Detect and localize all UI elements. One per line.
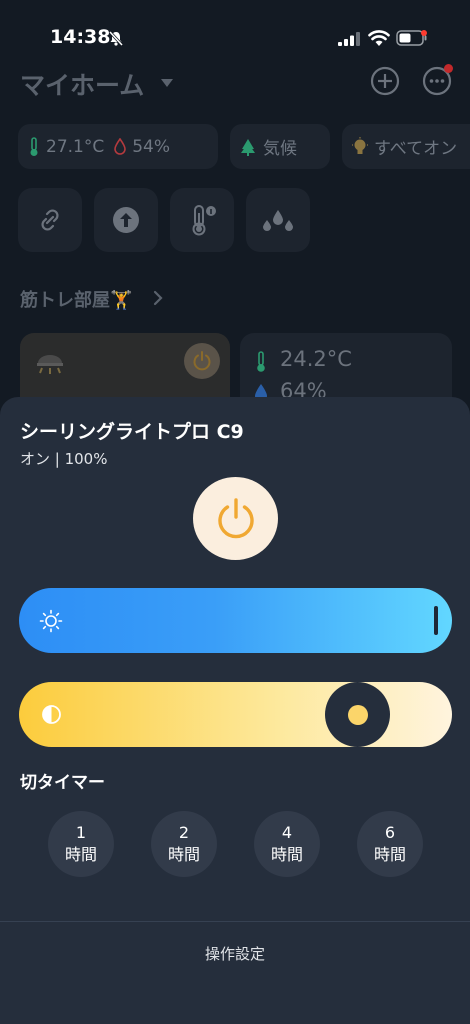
timer-6h-button[interactable]: 6 時間 bbox=[357, 811, 423, 877]
device-status: オン | 100% bbox=[20, 450, 108, 468]
timer-value: 6 bbox=[384, 823, 396, 842]
timer-value: 1 bbox=[75, 823, 87, 842]
brightness-slider-handle[interactable] bbox=[434, 606, 438, 635]
chevron-right-icon[interactable] bbox=[152, 290, 164, 306]
card-power-button[interactable] bbox=[184, 343, 220, 379]
wifi-icon bbox=[368, 30, 390, 46]
contrast-icon bbox=[42, 705, 61, 724]
timer-value: 4 bbox=[281, 823, 293, 842]
thermometer-icon bbox=[257, 351, 265, 372]
operation-settings-link[interactable]: 操作設定 bbox=[0, 943, 470, 964]
sun-icon bbox=[39, 609, 63, 633]
device-control-sheet: シーリングライトプロ C9 オン | 100% 切タイマー 1 時間 2 時間 … bbox=[0, 397, 470, 1024]
upload-button[interactable] bbox=[94, 188, 158, 252]
all-lights-label: すべてオン bbox=[374, 139, 458, 159]
timer-4h-button[interactable]: 4 時間 bbox=[254, 811, 320, 877]
outdoor-temperature: 27.1°C bbox=[46, 136, 105, 157]
status-time: 14:38 bbox=[50, 26, 111, 48]
bell-slash-icon bbox=[108, 30, 124, 46]
timer-1h-button[interactable]: 1 時間 bbox=[48, 811, 114, 877]
weather-chip[interactable]: 27.1°C 54% bbox=[18, 124, 218, 169]
cellular-signal-icon bbox=[338, 32, 360, 46]
power-toggle-button[interactable] bbox=[193, 477, 278, 560]
timer-unit: 時間 bbox=[373, 845, 406, 864]
all-lights-on-chip[interactable]: すべてオン bbox=[342, 124, 470, 169]
brightness-slider[interactable] bbox=[19, 588, 452, 653]
thermometer-info-icon bbox=[192, 205, 216, 236]
color-temperature-knob[interactable] bbox=[325, 682, 390, 747]
battery-icon bbox=[396, 30, 427, 46]
ceiling-lamp-icon bbox=[37, 355, 63, 374]
humidity-button[interactable] bbox=[246, 188, 310, 252]
timer-value: 2 bbox=[178, 823, 190, 842]
home-title[interactable]: マイホーム bbox=[20, 66, 144, 102]
tree-icon bbox=[241, 138, 255, 156]
divider bbox=[0, 921, 470, 922]
timer-unit: 時間 bbox=[270, 845, 303, 864]
link-scene-button[interactable] bbox=[18, 188, 82, 252]
caret-down-icon[interactable] bbox=[160, 78, 174, 88]
power-icon bbox=[193, 351, 211, 371]
humidity-drop-icon bbox=[114, 138, 127, 155]
device-name: シーリングライトプロ C9 bbox=[20, 421, 244, 443]
power-icon bbox=[217, 497, 254, 538]
status-bar: 14:38 bbox=[0, 0, 470, 60]
outdoor-humidity: 54% bbox=[132, 136, 171, 157]
climate-label: 気候 bbox=[263, 139, 297, 159]
color-knob-dot bbox=[347, 704, 368, 725]
unlink-icon bbox=[41, 209, 59, 231]
arrow-up-circle-icon bbox=[113, 207, 139, 233]
climate-chip[interactable]: 気候 bbox=[230, 124, 330, 169]
notification-badge bbox=[444, 64, 453, 73]
water-drops-icon bbox=[263, 210, 293, 231]
timer-2h-button[interactable]: 2 時間 bbox=[151, 811, 217, 877]
thermometer-button[interactable] bbox=[170, 188, 234, 252]
color-temperature-slider[interactable] bbox=[19, 682, 452, 747]
timer-unit: 時間 bbox=[64, 845, 97, 864]
add-button[interactable] bbox=[370, 66, 400, 96]
room-temperature: 24.2°C bbox=[280, 347, 352, 371]
room-title[interactable]: 筋トレ部屋🏋️ bbox=[20, 286, 132, 312]
thermometer-icon bbox=[30, 136, 38, 156]
lightbulb-icon bbox=[352, 136, 368, 154]
timer-unit: 時間 bbox=[167, 845, 200, 864]
off-timer-label: 切タイマー bbox=[20, 773, 105, 793]
